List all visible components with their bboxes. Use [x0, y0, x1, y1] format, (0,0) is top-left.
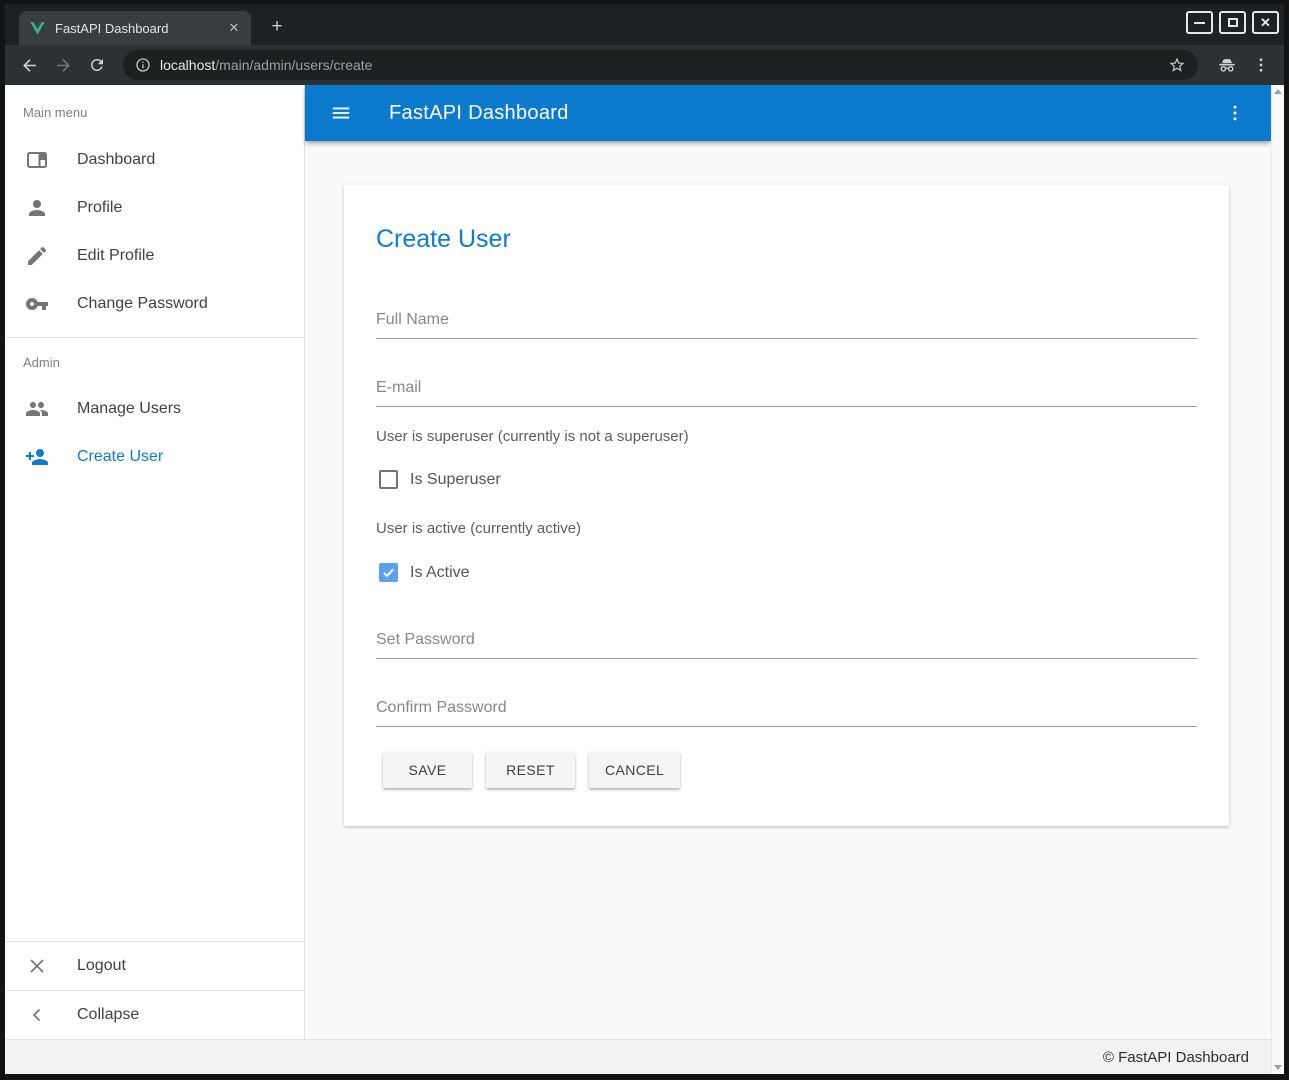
web-icon	[25, 148, 49, 172]
confirm-password-field[interactable]: Confirm Password	[376, 699, 1197, 717]
tab-title: FastAPI Dashboard	[55, 21, 225, 36]
sidebar-item-label: Collapse	[77, 1006, 139, 1024]
create-user-card: Create User Full Name E-mail User is sup…	[344, 185, 1229, 826]
url-path: /main/admin/users/create	[215, 57, 372, 73]
back-button[interactable]	[15, 51, 43, 79]
checkbox-unchecked-icon[interactable]	[379, 470, 398, 489]
kebab-menu-icon	[1252, 56, 1270, 74]
incognito-indicator-icon	[1214, 52, 1240, 78]
pencil-icon	[25, 244, 49, 268]
page-title: Create User	[376, 225, 511, 254]
sidebar-item-manage-users[interactable]: Manage Users	[5, 385, 304, 433]
full-name-label: Full Name	[376, 311, 449, 328]
browser-tab[interactable]: FastAPI Dashboard ✕	[19, 11, 251, 45]
app-footer: © FastAPI Dashboard	[5, 1039, 1271, 1074]
browser-window: FastAPI Dashboard ✕ + ✕ localhost/main/a…	[5, 4, 1284, 1074]
window-minimize-button[interactable]	[1186, 11, 1213, 34]
forward-button[interactable]	[49, 51, 77, 79]
forward-arrow-icon	[54, 56, 73, 75]
sidebar-header-admin: Admin	[23, 355, 304, 371]
field-underline	[376, 406, 1197, 407]
app-bar: FastAPI Dashboard	[305, 85, 1271, 141]
appbar-overflow-button[interactable]	[1217, 95, 1253, 131]
reload-icon	[88, 56, 106, 74]
key-icon	[25, 292, 49, 316]
appbar-title: FastAPI Dashboard	[389, 102, 569, 125]
scroll-down-arrow-icon[interactable]	[1274, 1065, 1282, 1070]
hamburger-icon	[330, 102, 352, 124]
set-password-label: Set Password	[376, 631, 475, 648]
tab-close-icon[interactable]: ✕	[225, 19, 243, 37]
reload-button[interactable]	[83, 51, 111, 79]
kebab-menu-icon	[1225, 103, 1245, 123]
vue-favicon-icon	[29, 20, 46, 37]
sidebar-item-label: Profile	[77, 199, 122, 217]
minimize-icon	[1194, 22, 1205, 24]
active-note: User is active (currently active)	[376, 520, 581, 537]
confirm-password-label: Confirm Password	[376, 699, 507, 716]
footer-copyright: © FastAPI Dashboard	[1103, 1049, 1249, 1066]
hamburger-menu-button[interactable]	[323, 95, 359, 131]
sidebar-item-logout[interactable]: Logout	[5, 942, 304, 990]
superuser-note: User is superuser (currently is not a su…	[376, 428, 689, 445]
sidebar-item-profile[interactable]: Profile	[5, 184, 304, 232]
field-underline	[376, 726, 1197, 727]
is-superuser-checkbox-row[interactable]: Is Superuser	[379, 470, 501, 489]
page-background: Create User Full Name E-mail User is sup…	[305, 141, 1271, 1074]
people-icon	[25, 397, 49, 421]
save-button[interactable]: SAVE	[383, 752, 472, 788]
chevron-left-icon	[25, 1003, 49, 1027]
sidebar-item-create-user[interactable]: Create User	[5, 433, 304, 481]
person-icon	[25, 196, 49, 220]
bookmark-star-icon[interactable]	[1168, 56, 1186, 74]
window-close-button[interactable]: ✕	[1252, 11, 1279, 34]
sidebar-item-dashboard[interactable]: Dashboard	[5, 136, 304, 184]
browser-menu-button[interactable]	[1248, 52, 1274, 78]
url-host: localhost	[160, 57, 215, 73]
sidebar-item-label: Manage Users	[77, 400, 181, 418]
cancel-button[interactable]: CANCEL	[589, 752, 680, 788]
back-arrow-icon	[20, 56, 39, 75]
url-bar[interactable]: localhost/main/admin/users/create	[123, 50, 1198, 80]
sidebar: Main menu Dashboard Profile Edit Profile	[5, 85, 305, 1039]
sidebar-item-collapse[interactable]: Collapse	[5, 991, 304, 1039]
logout-x-icon	[25, 954, 49, 978]
sidebar-item-label: Dashboard	[77, 151, 155, 169]
email-label: E-mail	[376, 379, 421, 396]
email-field[interactable]: E-mail	[376, 379, 1197, 397]
sidebar-item-label: Change Password	[77, 295, 208, 313]
new-tab-button[interactable]: +	[263, 13, 291, 41]
field-underline	[376, 338, 1197, 339]
tab-strip: FastAPI Dashboard ✕ + ✕	[5, 4, 1284, 45]
person-add-icon	[25, 445, 49, 469]
scroll-up-arrow-icon[interactable]	[1274, 89, 1282, 94]
page-scrollbar[interactable]	[1271, 85, 1284, 1074]
is-superuser-label: Is Superuser	[410, 471, 501, 489]
sidebar-divider	[5, 337, 304, 338]
sidebar-item-edit-profile[interactable]: Edit Profile	[5, 232, 304, 280]
close-icon: ✕	[1260, 16, 1271, 29]
sidebar-item-label: Create User	[77, 448, 163, 466]
field-underline	[376, 658, 1197, 659]
browser-toolbar: localhost/main/admin/users/create	[5, 45, 1284, 85]
set-password-field[interactable]: Set Password	[376, 631, 1197, 649]
sidebar-item-label: Logout	[77, 957, 126, 975]
sidebar-item-label: Edit Profile	[77, 247, 154, 265]
full-name-field[interactable]: Full Name	[376, 311, 1197, 329]
sidebar-header-main-menu: Main menu	[23, 105, 304, 121]
is-active-label: Is Active	[410, 564, 470, 582]
site-info-icon[interactable]	[135, 57, 151, 73]
sidebar-item-change-password[interactable]: Change Password	[5, 280, 304, 328]
checkbox-checked-icon[interactable]	[379, 563, 398, 582]
reset-button[interactable]: RESET	[486, 752, 575, 788]
window-maximize-button[interactable]	[1219, 11, 1246, 34]
is-active-checkbox-row[interactable]: Is Active	[379, 563, 470, 582]
maximize-icon	[1228, 18, 1238, 27]
